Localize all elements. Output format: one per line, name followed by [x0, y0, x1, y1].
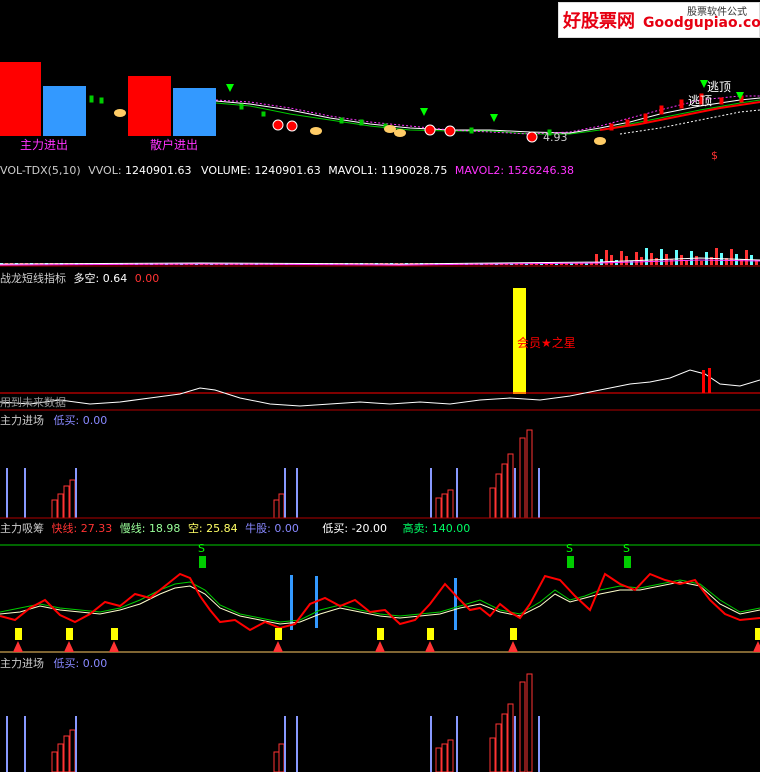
- entry-red-bar: [507, 703, 514, 772]
- entry-red-bar: [501, 713, 508, 772]
- entry-red-bar: [435, 747, 442, 772]
- entry-blue-bar: [75, 716, 77, 772]
- entry-blue-bar: [514, 716, 516, 772]
- entry-red-bar: [63, 735, 70, 772]
- entry-red-bar: [441, 743, 448, 772]
- entry-blue-bar: [6, 716, 8, 772]
- entry-blue-bar: [430, 716, 432, 772]
- entry-red-bar: [57, 743, 64, 772]
- entry-blue-bar: [538, 716, 540, 772]
- entry-blue-bar: [284, 716, 286, 772]
- entry-red-bar: [69, 729, 76, 772]
- entry-blue-bar: [456, 716, 458, 772]
- entry-red-bar: [526, 673, 533, 772]
- entry-red-bar: [51, 751, 58, 772]
- entry-red-bar: [519, 681, 526, 772]
- entry-red-bar: [489, 737, 496, 772]
- entry-red-bar: [278, 743, 285, 772]
- entry2-bars: [6, 673, 540, 772]
- entry-blue-bar: [296, 716, 298, 772]
- entry-blue-bar: [24, 716, 26, 772]
- entry-red-bar: [447, 739, 454, 772]
- entry-red-bar: [273, 751, 280, 772]
- stock-chart-window: 好股票网 Goodgupiao.com 股票软件公式 主力进出 散户进出: [0, 0, 760, 772]
- entry-red-bar: [495, 723, 502, 772]
